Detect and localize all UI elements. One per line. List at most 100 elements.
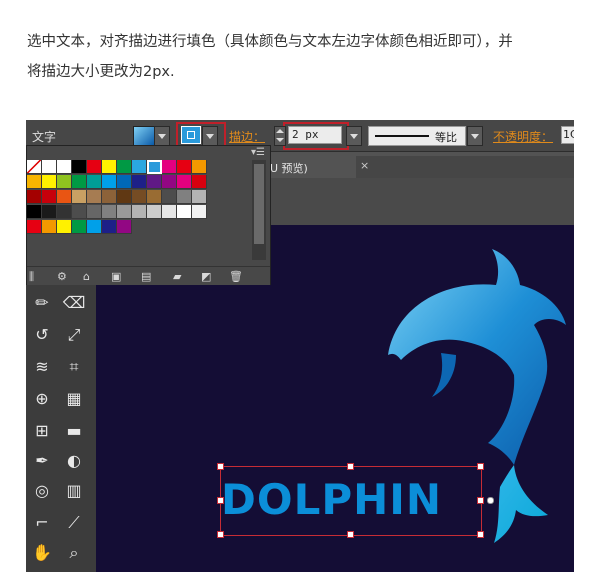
color-swatch[interactable] xyxy=(162,160,177,174)
color-swatch[interactable] xyxy=(87,205,102,219)
color-swatch[interactable] xyxy=(57,175,72,189)
slice-tool-icon[interactable]: ⟋ xyxy=(60,513,88,533)
color-swatch[interactable] xyxy=(132,160,147,174)
color-swatch[interactable] xyxy=(117,220,132,234)
list-view-icon[interactable]: ▤ xyxy=(141,270,151,283)
color-swatch[interactable] xyxy=(27,205,42,219)
color-swatch[interactable] xyxy=(102,175,117,189)
new-color-group-icon[interactable]: ▰ xyxy=(173,270,181,283)
color-swatch[interactable] xyxy=(102,190,117,204)
color-swatch[interactable] xyxy=(132,205,147,219)
eyedropper-tool-icon[interactable]: ✒ xyxy=(28,451,56,470)
color-swatch[interactable] xyxy=(72,160,87,174)
color-swatch[interactable] xyxy=(87,220,102,234)
color-swatch[interactable] xyxy=(162,175,177,189)
color-swatch[interactable] xyxy=(102,160,117,174)
color-swatch[interactable] xyxy=(162,205,177,219)
shape-builder-tool-icon[interactable]: ⊕ xyxy=(28,389,56,408)
color-swatch[interactable] xyxy=(57,205,72,219)
gradient-tool-icon[interactable]: ▬ xyxy=(60,421,88,440)
color-swatch[interactable] xyxy=(72,175,87,189)
color-group-icon[interactable]: ⌂ xyxy=(83,270,90,283)
color-swatch[interactable] xyxy=(27,175,42,189)
color-swatch[interactable] xyxy=(102,205,117,219)
color-swatch[interactable] xyxy=(117,190,132,204)
close-icon[interactable]: × xyxy=(360,159,369,172)
hand-tool-icon[interactable]: ✋ xyxy=(28,543,56,562)
stroke-color-swatch[interactable] xyxy=(181,126,201,144)
color-swatch[interactable] xyxy=(87,160,102,174)
color-swatch[interactable] xyxy=(192,175,207,189)
free-transform-tool-icon[interactable]: ⌗ xyxy=(60,357,88,377)
blend-tool-icon[interactable]: ◐ xyxy=(60,451,88,470)
color-swatch[interactable] xyxy=(72,190,87,204)
color-swatch[interactable] xyxy=(102,220,117,234)
warp-tool-icon[interactable]: ≋ xyxy=(28,357,56,376)
color-swatch[interactable] xyxy=(177,190,192,204)
stroke-label[interactable]: 描边： xyxy=(229,128,265,145)
color-swatch[interactable] xyxy=(72,220,87,234)
color-swatch[interactable] xyxy=(42,160,57,174)
color-swatch[interactable] xyxy=(192,205,207,219)
color-swatch[interactable] xyxy=(117,175,132,189)
swatch-libraries-icon[interactable]: ⫼ xyxy=(29,270,34,284)
rotate-tool-icon[interactable]: ↺ xyxy=(28,325,56,344)
width-profile-select[interactable]: 等比 xyxy=(368,126,466,146)
stroke-weight-dropdown-button[interactable] xyxy=(346,126,362,146)
perspective-grid-tool-icon[interactable]: ▦ xyxy=(60,389,88,408)
stroke-dropdown-button[interactable] xyxy=(202,126,218,146)
dolphin-text[interactable]: DOLPHIN xyxy=(221,475,442,525)
opacity-label[interactable]: 不透明度： xyxy=(493,128,553,145)
zoom-tool-icon[interactable]: ⌕ xyxy=(60,543,88,563)
color-swatch[interactable] xyxy=(57,190,72,204)
eraser-tool-icon[interactable]: ⌫ xyxy=(60,293,88,312)
color-swatch[interactable] xyxy=(27,220,42,234)
color-swatch[interactable] xyxy=(42,205,57,219)
color-swatch[interactable] xyxy=(57,160,72,174)
fill-dropdown-button[interactable] xyxy=(154,126,170,146)
color-swatch[interactable] xyxy=(192,160,207,174)
color-swatch[interactable] xyxy=(87,190,102,204)
instruction-line-2: 将描边大小更改为2px. xyxy=(27,64,175,80)
color-swatch[interactable] xyxy=(27,190,42,204)
stroke-weight-stepper[interactable] xyxy=(274,126,286,146)
color-swatch[interactable] xyxy=(87,175,102,189)
stroke-weight-input[interactable]: 2 px xyxy=(288,126,342,144)
color-swatch[interactable] xyxy=(147,205,162,219)
symbol-sprayer-tool-icon[interactable]: ◎ xyxy=(28,481,56,500)
pencil-tool-icon[interactable]: ✏ xyxy=(28,293,56,312)
delete-swatch-icon[interactable]: 🗑 xyxy=(229,270,243,283)
graph-tool-icon[interactable]: ▥ xyxy=(60,481,88,500)
artboard-tool-icon[interactable]: ⌐ xyxy=(28,513,56,532)
profile-dropdown-button[interactable] xyxy=(467,126,483,146)
color-swatch[interactable] xyxy=(147,160,162,174)
swatches-panel: ▾☰ ⫼ ⚙ ⌂ ▣ ▤ ▰ ◩ 🗑 xyxy=(26,145,271,285)
fill-color-swatch[interactable] xyxy=(133,126,155,146)
none-swatch-icon[interactable] xyxy=(27,160,42,174)
scale-tool-icon[interactable]: ⤢ xyxy=(60,325,88,345)
opacity-input[interactable]: 1C xyxy=(561,126,574,144)
color-swatch[interactable] xyxy=(42,175,57,189)
color-swatch[interactable] xyxy=(177,175,192,189)
document-tab[interactable]: U 预览) × xyxy=(266,156,369,178)
color-swatch[interactable] xyxy=(117,205,132,219)
color-swatch[interactable] xyxy=(192,190,207,204)
color-swatch[interactable] xyxy=(42,190,57,204)
swatch-kind-icon[interactable]: ▣ xyxy=(111,270,121,283)
color-swatch[interactable] xyxy=(42,220,57,234)
new-swatch-icon[interactable]: ◩ xyxy=(201,270,211,283)
swatch-options-icon[interactable]: ⚙ xyxy=(57,270,67,283)
mesh-tool-icon[interactable]: ⊞ xyxy=(28,421,56,440)
color-swatch[interactable] xyxy=(117,160,132,174)
color-swatch[interactable] xyxy=(132,175,147,189)
color-swatch[interactable] xyxy=(177,205,192,219)
color-swatch[interactable] xyxy=(147,190,162,204)
color-swatch[interactable] xyxy=(162,190,177,204)
color-swatch[interactable] xyxy=(177,160,192,174)
panel-menu-icon[interactable]: ▾☰ xyxy=(251,147,265,158)
color-swatch[interactable] xyxy=(57,220,72,234)
swatch-scrollbar[interactable] xyxy=(252,160,266,260)
color-swatch[interactable] xyxy=(132,190,147,204)
color-swatch[interactable] xyxy=(147,175,162,189)
color-swatch[interactable] xyxy=(72,205,87,219)
